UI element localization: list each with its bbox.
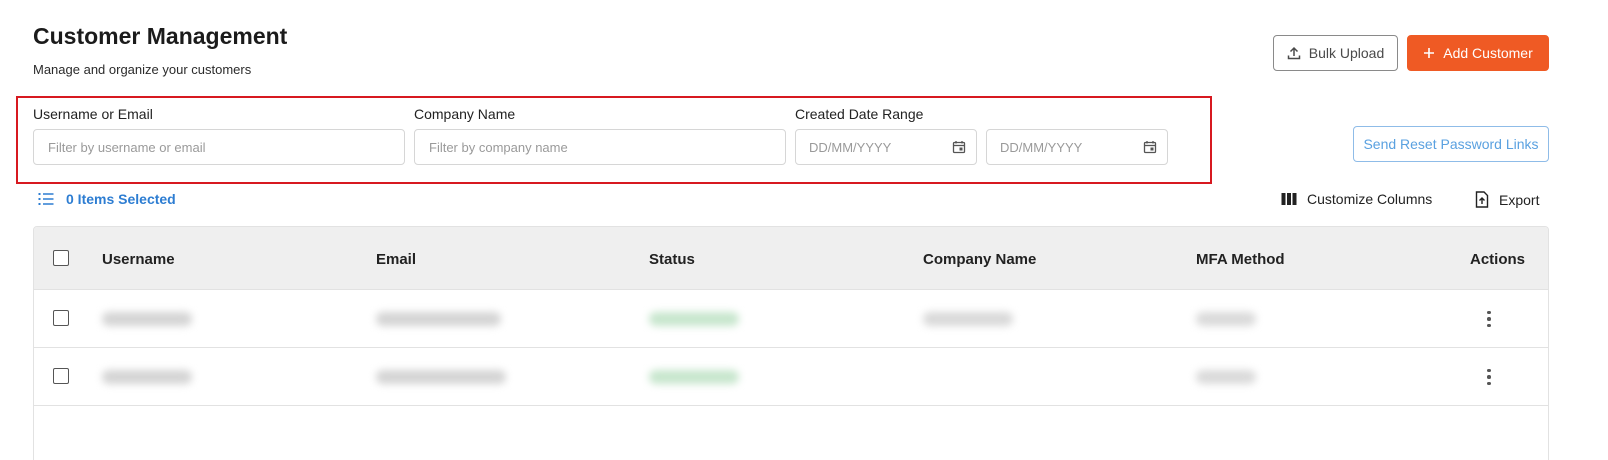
kebab-menu-icon[interactable] — [1479, 309, 1499, 329]
date-range-label: Created Date Range — [795, 106, 924, 122]
table-row[interactable] — [34, 290, 1548, 348]
redacted-status — [649, 370, 739, 384]
plus-icon — [1424, 48, 1435, 58]
row-checkbox[interactable] — [53, 368, 69, 384]
table-row[interactable] — [34, 348, 1548, 406]
page-subtitle: Manage and organize your customers — [33, 62, 252, 77]
bulk-upload-label: Bulk Upload — [1308, 45, 1385, 61]
date-from-input[interactable]: DD/MM/YYYY — [795, 129, 977, 165]
redacted-username — [102, 312, 192, 326]
list-icon — [38, 193, 54, 205]
customers-table: Username Email Status Company Name MFA M… — [33, 226, 1549, 460]
add-customer-button[interactable]: Add Customer — [1407, 35, 1549, 71]
upload-icon — [1287, 46, 1300, 60]
redacted-mfa — [1196, 312, 1256, 326]
kebab-menu-icon[interactable] — [1479, 367, 1499, 387]
row-checkbox[interactable] — [53, 310, 69, 326]
columns-icon — [1281, 193, 1297, 205]
username-filter-label: Username or Email — [33, 106, 153, 122]
date-from-placeholder: DD/MM/YYYY — [809, 139, 892, 155]
date-to-placeholder: DD/MM/YYYY — [1000, 139, 1083, 155]
send-reset-password-button[interactable]: Send Reset Password Links — [1353, 126, 1549, 162]
export-button[interactable]: Export — [1475, 191, 1539, 208]
select-all-checkbox[interactable] — [53, 250, 69, 266]
column-header-actions: Actions — [1470, 251, 1526, 268]
column-header-email[interactable]: Email — [376, 251, 416, 268]
page-title: Customer Management — [33, 23, 288, 49]
company-filter-label: Company Name — [414, 106, 516, 122]
customize-columns-label: Customize Columns — [1307, 191, 1433, 207]
calendar-icon[interactable] — [1143, 140, 1157, 154]
redacted-email — [376, 312, 501, 326]
column-header-username[interactable]: Username — [102, 251, 175, 268]
redacted-company — [923, 312, 1013, 326]
column-header-company-name[interactable]: Company Name — [923, 251, 1036, 268]
table-header: Username Email Status Company Name MFA M… — [34, 227, 1548, 290]
company-filter-input[interactable] — [414, 129, 786, 165]
redacted-email — [376, 370, 506, 384]
export-label: Export — [1499, 191, 1540, 208]
selection-indicator[interactable]: 0 Items Selected — [38, 191, 176, 207]
items-selected-text: 0 Items Selected — [66, 191, 176, 207]
column-header-status[interactable]: Status — [649, 251, 695, 268]
redacted-mfa — [1196, 370, 1256, 384]
customize-columns-button[interactable]: Customize Columns — [1281, 191, 1432, 207]
redacted-status — [649, 312, 739, 326]
date-to-input[interactable]: DD/MM/YYYY — [986, 129, 1168, 165]
column-header-mfa-method[interactable]: MFA Method — [1196, 251, 1285, 268]
redacted-username — [102, 370, 192, 384]
username-filter-input[interactable] — [33, 129, 405, 165]
calendar-icon[interactable] — [952, 140, 966, 154]
bulk-upload-button[interactable]: Bulk Upload — [1273, 35, 1398, 71]
send-reset-password-label: Send Reset Password Links — [1363, 136, 1539, 152]
export-icon — [1475, 191, 1489, 208]
add-customer-label: Add Customer — [1443, 45, 1533, 61]
